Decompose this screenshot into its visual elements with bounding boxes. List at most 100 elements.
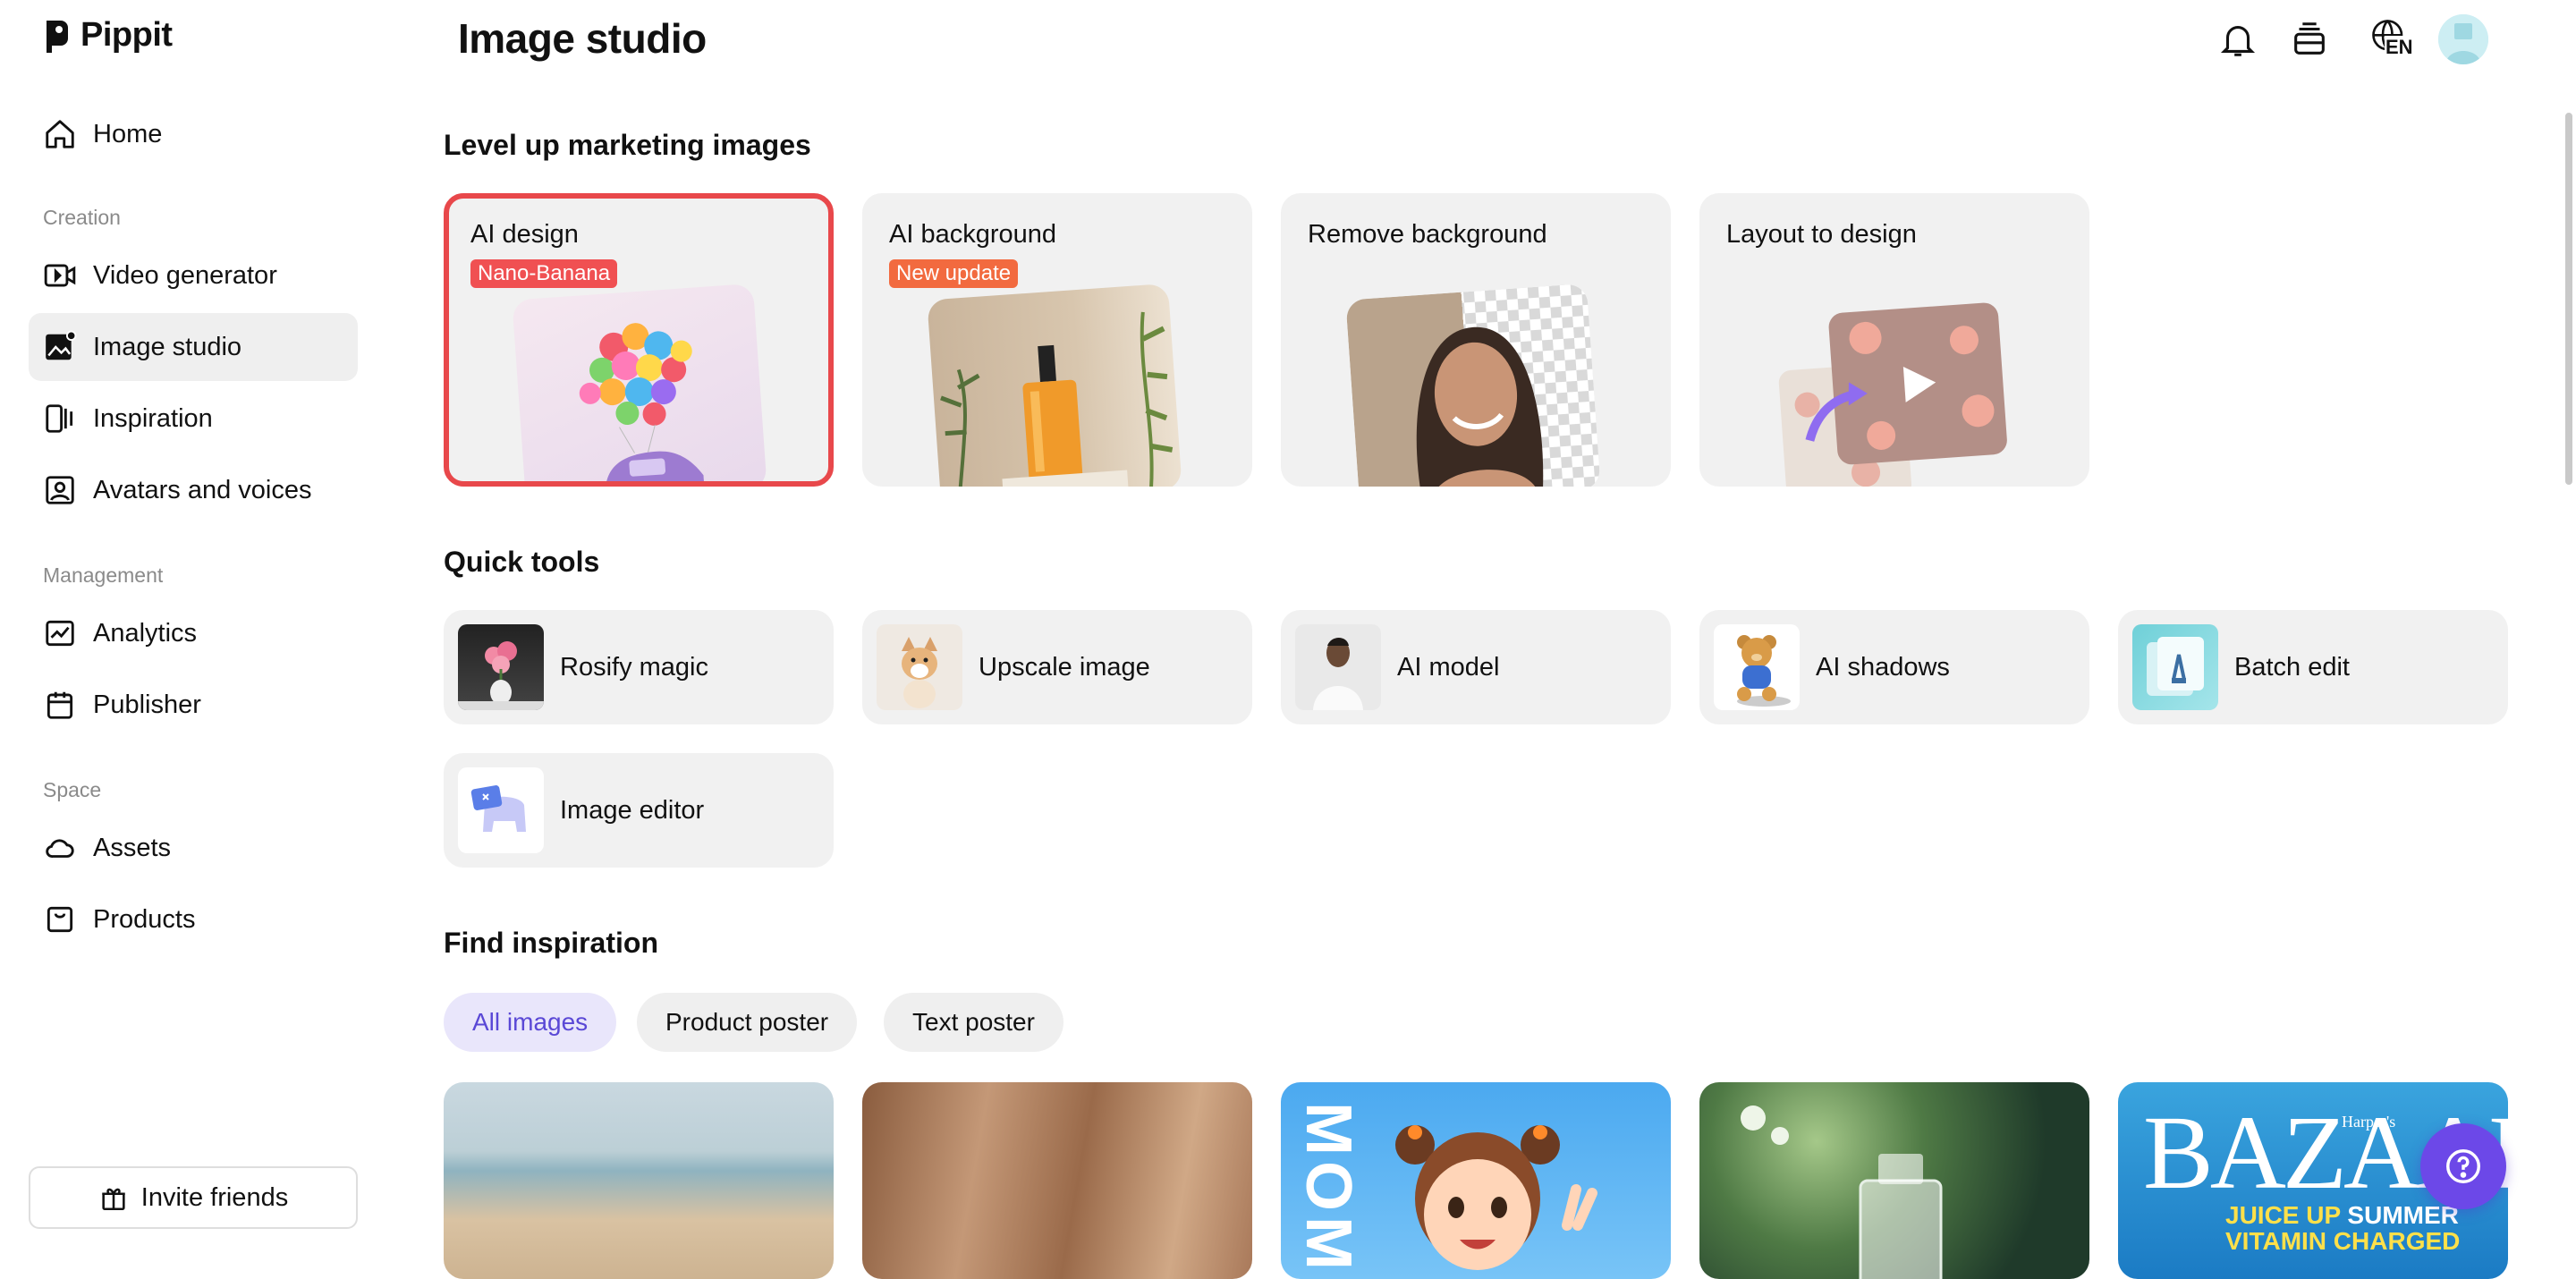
poster-text-juice: JUICE UP	[2225, 1201, 2341, 1229]
sidebar-item-label: Inspiration	[93, 403, 213, 433]
avatar-icon	[2438, 14, 2488, 64]
tool-label: Upscale image	[979, 652, 1150, 682]
video-plus-icon	[44, 264, 76, 287]
notification-button[interactable]	[2215, 16, 2261, 63]
page-title: Image studio	[458, 15, 707, 62]
logo[interactable]: Pippit	[43, 16, 173, 55]
cartoon-girl-illustration	[1395, 1125, 1597, 1270]
sidebar-item-label: Avatars and voices	[93, 475, 312, 504]
tool-rosify-magic[interactable]: Rosify magic	[444, 610, 834, 724]
subscription-button[interactable]	[2286, 16, 2333, 63]
tool-label: AI shadows	[1816, 652, 1950, 682]
teddy-bear-thumbnail	[1714, 624, 1800, 710]
sidebar-item-label: Assets	[93, 833, 172, 862]
image-studio-icon	[46, 330, 77, 360]
bell-icon	[2220, 26, 2256, 56]
section-label-management: Management	[43, 563, 164, 587]
help-icon	[2446, 1149, 2480, 1183]
inspiration-card-girl[interactable]: MOM	[1281, 1082, 1671, 1279]
logo-text: Pippit	[80, 16, 173, 54]
sidebar-item-label: Analytics	[93, 618, 198, 648]
woman-illustration	[1416, 326, 1544, 487]
balloon-car-image	[512, 283, 767, 481]
card-title: Layout to design	[1726, 220, 1917, 249]
tool-label: Rosify magic	[560, 652, 708, 682]
poster-tagline: JUICE UP SUMMER VITAMIN CHARGED	[2225, 1202, 2460, 1255]
inspiration-card-beach[interactable]	[444, 1082, 834, 1279]
tool-label: AI model	[1397, 652, 1500, 682]
section-title-quick-tools: Quick tools	[444, 546, 600, 578]
batch-edit-thumbnail	[2132, 624, 2218, 710]
sidebar-item-home[interactable]: Home	[29, 100, 358, 168]
sidebar-item-avatars-voices[interactable]: Avatars and voices	[29, 456, 358, 524]
cloud-icon	[46, 839, 74, 858]
scrollbar[interactable]	[2565, 113, 2572, 485]
badge-new-update: New update	[889, 259, 1019, 288]
help-button[interactable]	[2420, 1123, 2506, 1209]
sidebar-item-label: Image studio	[93, 332, 242, 361]
sidebar-item-assets[interactable]: Assets	[29, 814, 358, 882]
filter-all-images[interactable]: All images	[444, 993, 617, 1052]
sidebar-item-publisher[interactable]: Publisher	[29, 671, 358, 739]
calendar-icon	[47, 691, 73, 719]
rose-vase-thumbnail	[458, 624, 544, 710]
inspiration-card-perfume[interactable]	[1699, 1082, 2089, 1279]
section-label-creation: Creation	[43, 206, 121, 229]
card-title: Remove background	[1308, 220, 1547, 249]
image-editor-thumbnail	[458, 767, 544, 853]
badge-nano-banana: Nano-Banana	[470, 259, 618, 288]
sidebar-item-inspiration[interactable]: Inspiration	[29, 385, 358, 453]
avatar-voice-icon	[46, 476, 74, 504]
card-layout-to-design[interactable]: Layout to design	[1699, 193, 2089, 487]
tool-label: Image editor	[560, 795, 705, 825]
stack-icon	[2294, 22, 2325, 55]
sidebar-item-video-generator[interactable]: Video generator	[29, 241, 358, 309]
perfume-bottle-image	[927, 283, 1182, 487]
card-title: AI design	[470, 220, 579, 249]
user-avatar[interactable]	[2438, 14, 2488, 64]
inspiration-card-fabric[interactable]	[862, 1082, 1252, 1279]
layout-design-image	[1764, 284, 2019, 487]
section-label-space: Space	[43, 778, 102, 801]
sidebar: Pippit Home Creation Video generator Ima…	[0, 0, 385, 1252]
woman-portrait-image	[1345, 283, 1601, 487]
perfume-illustration	[940, 311, 1174, 487]
perfume-glass-illustration	[1741, 1105, 1943, 1279]
poster-text-vitamin: VITAMIN CHARGED	[2225, 1227, 2461, 1256]
dog-thumbnail	[877, 624, 962, 710]
gift-icon	[102, 1188, 125, 1211]
sidebar-item-analytics[interactable]: Analytics	[29, 599, 358, 667]
sidebar-item-label: Products	[93, 904, 196, 934]
section-title-inspiration: Find inspiration	[444, 927, 658, 959]
tool-upscale-image[interactable]: Upscale image	[862, 610, 1252, 724]
card-ai-design[interactable]: AI design Nano-Banana	[444, 193, 834, 487]
tool-batch-edit[interactable]: Batch edit	[2118, 610, 2508, 724]
tool-label: Batch edit	[2234, 652, 2350, 682]
card-ai-background[interactable]: AI background New update	[862, 193, 1252, 487]
layout-illustration	[1778, 302, 2007, 487]
tool-ai-model[interactable]: AI model	[1281, 610, 1671, 724]
poster-text-summer: SUMMER	[2347, 1201, 2459, 1229]
home-icon	[46, 120, 74, 148]
invite-label: Invite friends	[140, 1182, 289, 1212]
sidebar-item-label: Video generator	[93, 260, 277, 290]
sidebar-item-image-studio[interactable]: Image studio	[29, 313, 358, 381]
tool-ai-shadows[interactable]: AI shadows	[1699, 610, 2089, 724]
filter-text-poster[interactable]: Text poster	[884, 993, 1063, 1052]
pippit-logo-icon	[47, 20, 68, 53]
filter-product-poster[interactable]: Product poster	[637, 993, 858, 1052]
inspiration-icon	[46, 404, 73, 433]
model-thumbnail	[1295, 624, 1381, 710]
sidebar-item-label: Publisher	[93, 690, 201, 719]
language-button[interactable]: EN	[2358, 16, 2415, 63]
card-remove-background[interactable]: Remove background	[1281, 193, 1671, 487]
section-title-marketing: Level up marketing images	[444, 129, 811, 161]
sidebar-item-label: Home	[93, 119, 163, 148]
card-title: AI background	[889, 220, 1057, 249]
sidebar-item-products[interactable]: Products	[29, 885, 358, 953]
analytics-icon	[46, 620, 74, 647]
balloon-car-illustration	[579, 323, 705, 481]
invite-friends-button[interactable]: Invite friends	[29, 1166, 358, 1229]
tool-image-editor[interactable]: Image editor	[444, 753, 834, 868]
product-box-icon	[47, 906, 73, 933]
